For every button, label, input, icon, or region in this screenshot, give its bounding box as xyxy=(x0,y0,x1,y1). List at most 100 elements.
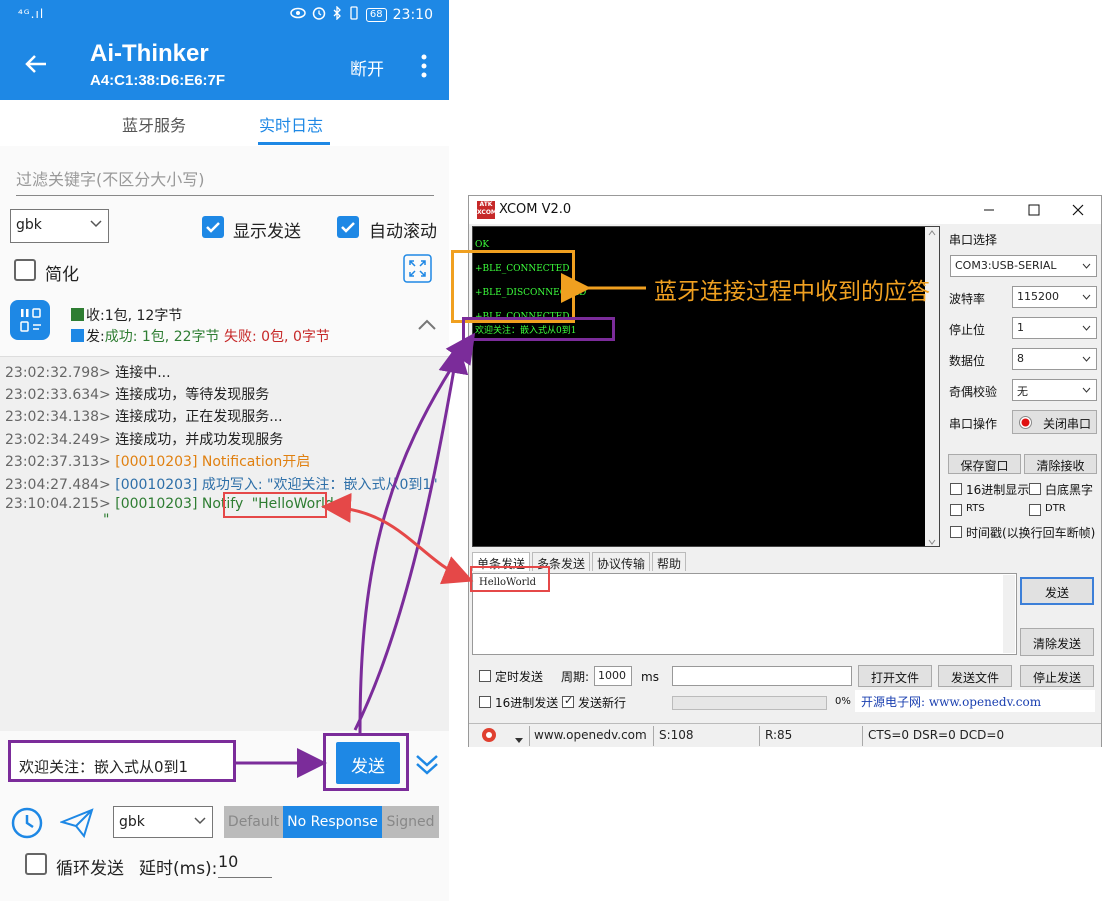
send-success: 成功: 1包, 22字节 xyxy=(104,329,220,345)
received-welcome-highlight xyxy=(462,317,615,341)
xcom-logo: ATK XCOM xyxy=(477,201,497,219)
log-row: 23:04:27.484> [00010203] 成功写入: "欢迎关注：嵌入式… xyxy=(5,477,438,493)
battery-indicator: 68 xyxy=(365,8,387,22)
xcom-title-bar: ATK XCOM XCOM V2.0 xyxy=(469,196,1101,224)
log-row: 23:02:34.249> 连接成功，并成功发现服务 xyxy=(5,432,284,448)
chevron-down-icon xyxy=(194,817,206,825)
parity-select[interactable]: 无 xyxy=(1012,379,1097,401)
write-type-signed[interactable]: Signed xyxy=(382,806,439,838)
timed-send-checkbox[interactable] xyxy=(479,670,491,682)
send-textarea[interactable]: HelloWorld xyxy=(472,573,1017,655)
dropdown-arrow-icon[interactable] xyxy=(515,732,523,746)
auto-scroll-checkbox[interactable] xyxy=(337,216,359,238)
send-button[interactable]: 发送 xyxy=(336,742,400,784)
databits-select[interactable]: 8 xyxy=(1012,348,1097,370)
log-row: 23:02:37.313> [00010203] Notification开启 xyxy=(5,454,311,470)
disconnect-button[interactable]: 断开 xyxy=(350,55,384,80)
newline-send-label: 发送新行 xyxy=(578,696,627,710)
bottom-encoding-value: gbk xyxy=(119,814,145,830)
tab-protocol[interactable]: 协议传输 xyxy=(592,552,651,571)
phone-app: ⁴ᴳ.ıl 68 23:10 Ai-Thinker A4:C1:38:D6:E6… xyxy=(0,0,449,901)
timestamp-checkbox[interactable] xyxy=(950,526,962,538)
send-button[interactable]: 发送 xyxy=(1020,577,1094,605)
check-icon xyxy=(206,222,220,233)
simplify-checkbox[interactable] xyxy=(14,259,36,281)
tab-help[interactable]: 帮助 xyxy=(652,552,687,571)
loop-send-checkbox[interactable] xyxy=(25,853,47,875)
check-icon xyxy=(341,222,355,233)
open-file-button[interactable]: 打开文件 xyxy=(858,665,932,687)
log-panel: 23:02:32.798> 连接中... 23:02:33.634> 连接成功，… xyxy=(0,356,449,731)
chevron-down-icon xyxy=(1082,294,1091,300)
paper-plane-icon[interactable] xyxy=(58,808,94,842)
bluetooth-icon xyxy=(332,5,342,24)
hex-display-checkbox[interactable] xyxy=(950,483,962,495)
send-progress-bar xyxy=(672,696,827,710)
pause-clear-icon[interactable] xyxy=(10,300,50,340)
chevron-down-icon xyxy=(1082,263,1091,269)
hex-send-label: 16进制发送 xyxy=(495,696,559,710)
status-received-count: R:85 xyxy=(765,728,793,742)
site-banner-link[interactable]: 开源电子网: www.openedv.com xyxy=(855,690,1095,712)
send-text-input[interactable]: 欢迎关注：嵌入式从0到1 xyxy=(8,740,236,782)
delay-label: 延时(ms): xyxy=(139,859,218,879)
newline-send-checkbox[interactable] xyxy=(562,694,574,708)
double-chevron-down-icon[interactable] xyxy=(414,752,440,776)
filter-input[interactable]: 过滤关键字(不区分大小写) xyxy=(16,162,434,196)
tab-ble-services[interactable]: 蓝牙服务 xyxy=(122,112,186,136)
clock-icon[interactable] xyxy=(11,807,43,843)
hex-send-checkbox[interactable] xyxy=(479,696,491,708)
clock: 23:10 xyxy=(392,7,433,23)
hex-display-label: 16进制显示 xyxy=(966,483,1030,497)
baud-select[interactable]: 115200 xyxy=(1012,286,1097,308)
alarm-icon xyxy=(312,6,326,24)
fullscreen-icon[interactable] xyxy=(403,254,432,287)
stop-send-button[interactable]: 停止发送 xyxy=(1020,665,1094,687)
show-send-label: 显示发送 xyxy=(233,222,301,242)
stopbits-select[interactable]: 1 xyxy=(1012,317,1097,339)
chevron-up-icon[interactable] xyxy=(417,316,437,335)
device-mac: A4:C1:38:D6:E6:7F xyxy=(90,72,226,89)
chevron-down-icon xyxy=(1082,325,1091,331)
maximize-icon[interactable] xyxy=(1019,198,1049,222)
xcom-status-bar: www.openedv.com S:108 R:85 CTS=0 DSR=0 D… xyxy=(469,723,1101,747)
settings-gear-icon[interactable] xyxy=(481,727,497,746)
bottom-encoding-select[interactable]: gbk xyxy=(113,806,213,838)
port-select[interactable]: COM3:USB-SERIAL xyxy=(950,255,1097,277)
send-scrollbar[interactable] xyxy=(1003,575,1015,653)
close-port-button[interactable]: 关闭串口 xyxy=(1012,410,1097,434)
log-row-continuation: " xyxy=(103,512,110,528)
dtr-label: DTR xyxy=(1045,503,1066,514)
recv-color-square xyxy=(71,308,84,321)
close-icon[interactable] xyxy=(1063,198,1093,222)
file-path-input[interactable] xyxy=(672,666,852,686)
minimize-icon[interactable] xyxy=(974,198,1004,222)
signal-indicator: ⁴ᴳ.ıl xyxy=(18,7,45,21)
dtr-checkbox[interactable] xyxy=(1029,504,1041,516)
port-select-label: 串口选择 xyxy=(949,233,998,247)
delay-input[interactable]: 10 xyxy=(218,852,272,878)
annotation-label: 蓝牙连接过程中收到的应答 xyxy=(654,279,930,305)
send-file-button[interactable]: 发送文件 xyxy=(938,665,1012,687)
period-input[interactable]: 1000 xyxy=(594,666,632,686)
back-arrow-icon[interactable] xyxy=(20,48,52,80)
loop-send-label: 循环发送 xyxy=(56,859,124,879)
write-type-default[interactable]: Default xyxy=(224,806,283,838)
baud-label: 波特率 xyxy=(949,292,986,306)
chevron-down-icon xyxy=(90,220,102,228)
clear-send-button[interactable]: 清除发送 xyxy=(1020,628,1094,656)
encoding-select[interactable]: gbk xyxy=(10,209,109,243)
status-site: www.openedv.com xyxy=(534,728,647,742)
show-send-checkbox[interactable] xyxy=(202,216,224,238)
more-vert-icon[interactable] xyxy=(414,52,434,80)
tab-realtime-log[interactable]: 实时日志 xyxy=(259,112,323,136)
save-window-button[interactable]: 保存窗口 xyxy=(948,454,1021,474)
rts-checkbox[interactable] xyxy=(950,504,962,516)
send-stats: 发:成功: 1包, 22字节 失败: 0包, 0字节 xyxy=(71,326,330,346)
eye-icon xyxy=(290,7,306,23)
ble-response-highlight xyxy=(451,250,575,323)
clear-receive-button[interactable]: 清除接收 xyxy=(1024,454,1097,474)
white-bg-checkbox[interactable] xyxy=(1029,483,1041,495)
parity-label: 奇偶校验 xyxy=(949,385,998,399)
write-type-no-response[interactable]: No Response xyxy=(283,806,382,838)
